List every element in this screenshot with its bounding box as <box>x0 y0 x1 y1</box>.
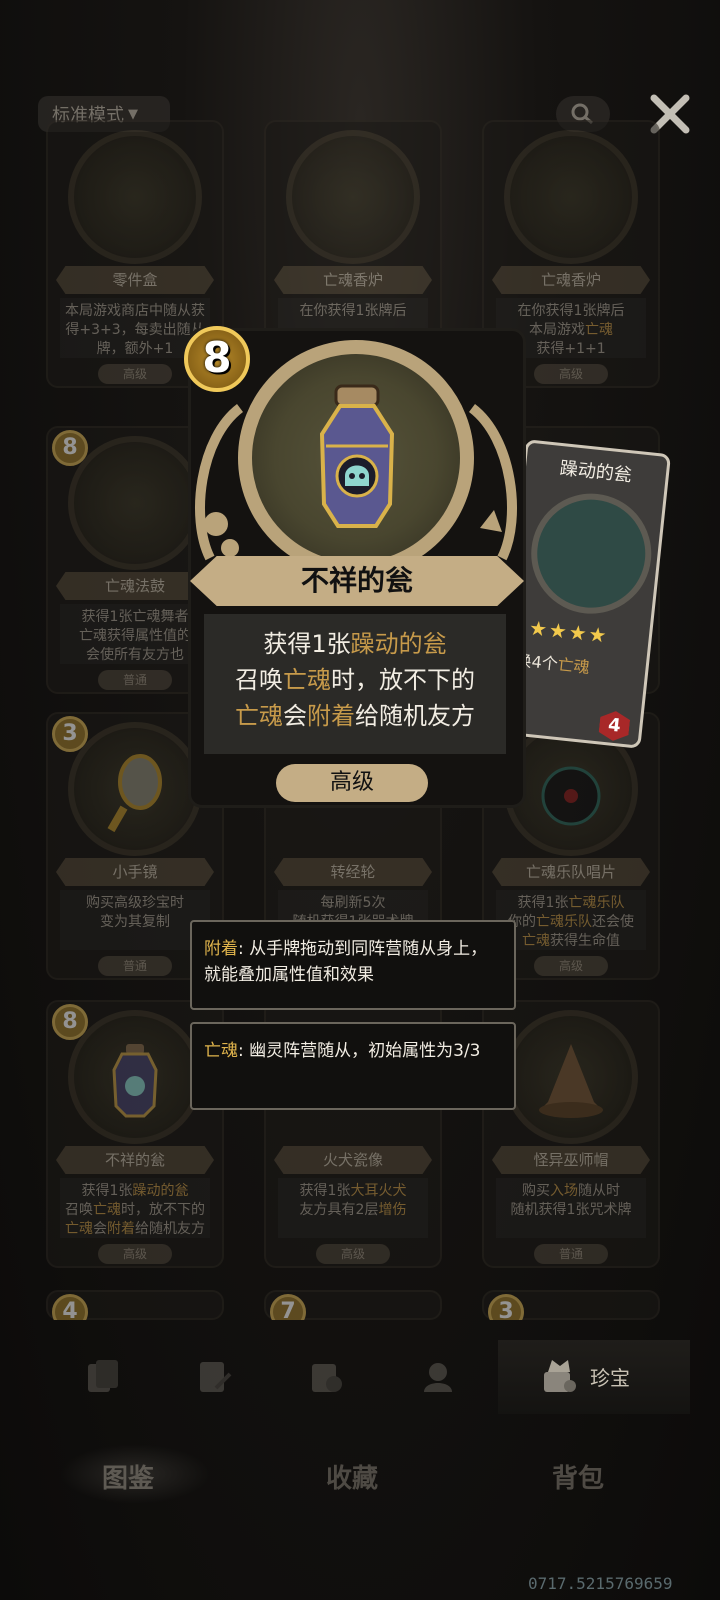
star-rating: ★★★★ <box>527 615 610 648</box>
card-name: 亡魂香炉 <box>492 266 650 294</box>
popup-desc-line: 获得1张躁动的瓮 <box>204 626 506 662</box>
treasure-card[interactable]: 4 <box>46 1290 224 1320</box>
nav-codex[interactable]: 图鉴 <box>102 1458 154 1495</box>
popup-desc-line: 召唤亡魂时，放不下的 <box>204 662 506 698</box>
nav-backpack[interactable]: 背包 <box>552 1458 604 1495</box>
card-desc-line: 亡魂会附着给随机友方 <box>65 1221 205 1237</box>
desc-text: 时，放不下的 <box>331 666 475 694</box>
card-rarity: 普通 <box>534 1244 608 1264</box>
card-name: 小手镜 <box>56 858 214 886</box>
tooltip-keyword: 附着 <box>204 939 238 959</box>
popup-cost-badge: 8 <box>184 326 250 392</box>
card-art-ring <box>504 130 638 264</box>
tooltip-keyword: 亡魂 <box>204 1041 238 1061</box>
card-name: 零件盒 <box>56 266 214 294</box>
card-desc-line: 随机获得1张咒术牌 <box>510 1202 632 1218</box>
desc-keyword[interactable]: 躁动的瓮 <box>351 630 447 658</box>
desc-keyword[interactable]: 附着 <box>307 702 355 730</box>
desc-text: 获得1张 <box>263 630 351 658</box>
card-desc-line: 获得1张亡魂乐队 <box>517 895 625 911</box>
treasure-card[interactable]: 3 <box>482 1290 660 1320</box>
card-cost: 8 <box>52 430 88 466</box>
mini-card-cost: 4 <box>598 710 631 743</box>
tab-minions-card-icon[interactable] <box>84 1358 120 1394</box>
card-desc-line: 亡魂获得生命值 <box>522 933 620 949</box>
treasure-card[interactable]: 7 <box>264 1290 442 1320</box>
witch-hat-icon <box>539 1044 603 1118</box>
card-art-ring <box>286 130 420 264</box>
tab-treasures[interactable]: 珍宝 <box>498 1340 690 1414</box>
card-name: 转经轮 <box>274 858 432 886</box>
card-name: 不祥的瓮 <box>56 1146 214 1174</box>
desc-text: 会 <box>283 702 307 730</box>
popup-desc-line: 亡魂会附着给随机友方 <box>204 698 506 734</box>
mini-card-title: 躁动的瓮 <box>558 457 633 487</box>
popup-card-name: 不祥的瓮 <box>190 556 524 606</box>
card-desc-line: 获得1张大耳火犬 <box>299 1183 407 1199</box>
card-rarity: 高级 <box>534 364 608 384</box>
desc-keyword[interactable]: 亡魂 <box>283 666 331 694</box>
card-desc: 获得1张躁动的瓮 召唤亡魂时，放不下的 亡魂会附着给随机友方 <box>60 1178 210 1238</box>
card-name: 亡魂乐队唱片 <box>492 858 650 886</box>
game-screen: 标准模式 ▼ 零件盒 本局游戏商店中随从获得+3+3，每卖出随从牌，额外+1 高… <box>0 0 720 1600</box>
card-desc: 购买入场随从时 随机获得1张咒术牌 <box>496 1178 646 1238</box>
card-desc-line: 购买高级珍宝时 <box>86 895 184 911</box>
card-rarity: 高级 <box>316 1244 390 1264</box>
urn-icon <box>112 1044 158 1118</box>
mini-card-art <box>525 487 658 620</box>
card-name: 怪异巫师帽 <box>492 1146 650 1174</box>
mini-desc-keyword: 亡魂 <box>556 654 591 678</box>
card-desc-line: 购买入场随从时 <box>522 1183 620 1199</box>
card-desc: 获得1张大耳火犬 友方具有2层增伤 <box>278 1178 428 1238</box>
keyword-tooltip-attach: 附着: 从手牌拖动到同阵营随从身上，就能叠加属性值和效果 <box>190 920 516 1010</box>
desc-text: 召唤 <box>235 666 283 694</box>
card-name: 亡魂香炉 <box>274 266 432 294</box>
tab-heroes-icon[interactable] <box>420 1358 456 1394</box>
tab-tokens-card-icon[interactable] <box>308 1358 344 1394</box>
card-desc: 购买高级珍宝时 变为其复制 <box>60 890 210 950</box>
tooltip-text: : 从手牌拖动到同阵营随从身上，就能叠加属性值和效果 <box>204 939 488 985</box>
treasure-icon <box>544 1360 576 1392</box>
tab-label: 珍宝 <box>590 1366 630 1390</box>
popup-rarity-badge: 高级 <box>276 764 428 802</box>
tab-spells-card-icon[interactable] <box>196 1358 232 1394</box>
desc-text: 给随机友方 <box>355 702 475 730</box>
mini-card-desc: 唤4个亡魂 <box>515 646 647 683</box>
treasure-detail-popup[interactable]: 8 不祥的瓮 获得1张躁动的瓮 召唤亡魂时，放不下的 亡魂会附着给随机友方 高级 <box>180 318 532 818</box>
card-desc-line: 每刷新5次 <box>320 895 386 911</box>
hand-mirror-icon <box>107 754 162 832</box>
card-art-ring <box>68 130 202 264</box>
desc-keyword[interactable]: 亡魂 <box>235 702 283 730</box>
card-rarity: 普通 <box>98 956 172 976</box>
card-desc: 获得1张亡魂乐队 你的亡魂乐队还会使 亡魂获得生命值 <box>496 890 646 950</box>
popup-card-desc: 获得1张躁动的瓮 召唤亡魂时，放不下的 亡魂会附着给随机友方 <box>204 614 506 754</box>
ominous-urn-icon <box>319 384 395 528</box>
card-rarity: 普通 <box>98 670 172 690</box>
card-rarity: 高级 <box>98 1244 172 1264</box>
card-cost: 8 <box>52 1004 88 1040</box>
card-desc-line: 变为其复制 <box>100 914 170 930</box>
vinyl-record-icon <box>541 766 601 826</box>
category-tabs: 珍宝 <box>30 1340 690 1414</box>
card-cost: 3 <box>52 716 88 752</box>
card-name: 火犬瓷像 <box>274 1146 432 1174</box>
card-rarity: 高级 <box>98 364 172 384</box>
keyword-tooltip-soul: 亡魂: 幽灵阵营随从，初始属性为3/3 <box>190 1022 516 1110</box>
tooltip-text: : 幽灵阵营随从，初始属性为3/3 <box>238 1041 481 1061</box>
card-desc-line: 友方具有2层增伤 <box>299 1202 407 1218</box>
card-desc-line: 召唤亡魂时，放不下的 <box>65 1202 205 1218</box>
card-desc-line: 你的亡魂乐队还会使 <box>508 914 634 930</box>
build-id: 0717.5215769659 <box>528 1574 673 1593</box>
card-desc-line: 获得1张躁动的瓮 <box>81 1183 189 1199</box>
card-rarity: 高级 <box>534 956 608 976</box>
bottom-nav: 图鉴 收藏 背包 <box>0 1420 720 1530</box>
nav-collection[interactable]: 收藏 <box>326 1458 378 1495</box>
